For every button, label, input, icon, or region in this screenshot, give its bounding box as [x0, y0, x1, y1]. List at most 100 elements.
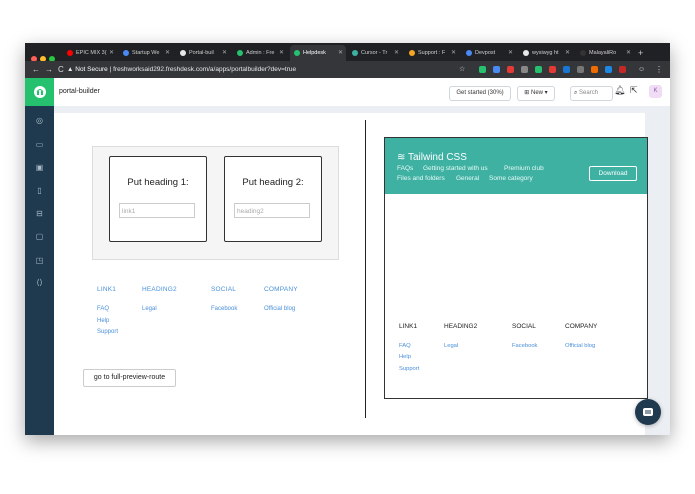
extension-icon[interactable] — [563, 66, 570, 73]
nav-link[interactable]: Premium club — [504, 165, 544, 172]
close-tab-icon[interactable]: ✕ — [451, 45, 456, 61]
reload-icon[interactable]: C — [58, 61, 64, 78]
extension-icon[interactable] — [619, 66, 626, 73]
tab-favicon-icon — [580, 49, 586, 56]
book-icon[interactable]: ▯ — [35, 186, 44, 195]
nav-link[interactable]: Files and folders — [397, 175, 445, 182]
tickets-icon[interactable]: ▭ — [35, 140, 44, 149]
url-text: freshworksaid292.freshdesk.com/a/apps/po… — [113, 66, 297, 73]
bell-icon[interactable]: 🔔︎ — [614, 85, 625, 96]
browser-tab[interactable]: MalayaliRo ✕ — [576, 45, 634, 61]
browser-tab[interactable]: EPIC MIX 3(✕ — [63, 45, 117, 61]
avatar[interactable]: K — [649, 85, 662, 98]
extension-icon[interactable] — [591, 66, 598, 73]
nav-link[interactable]: Some category — [489, 175, 533, 182]
extension-icon[interactable] — [521, 66, 528, 73]
menu-icon[interactable]: ⋮ — [655, 61, 663, 78]
tailwind-brand[interactable]: ≋ Tailwind CSS — [397, 152, 467, 163]
close-tab-icon[interactable]: ✕ — [394, 45, 399, 61]
tailwind-logo-icon: ≋ — [397, 152, 408, 163]
preview-footer-link[interactable]: Help — [399, 354, 411, 360]
warning-icon: ▲ — [67, 66, 74, 73]
footer-link[interactable]: FAQ — [97, 306, 109, 312]
get-started-button[interactable]: Get started (30%) — [449, 86, 511, 101]
not-secure-label: Not Secure — [75, 66, 108, 73]
tab-favicon-icon — [237, 49, 243, 56]
freshdesk-logo-icon[interactable] — [25, 78, 54, 106]
close-tab-icon[interactable]: ✕ — [109, 45, 114, 61]
nav-link[interactable]: FAQs — [397, 165, 413, 172]
tab-title: Helpdesk — [303, 50, 326, 56]
search-placeholder: Search — [579, 90, 599, 96]
profile-icon[interactable]: ☺ — [638, 61, 645, 78]
tab-favicon-icon — [294, 49, 300, 56]
new-button[interactable]: ⊞ New ▾ — [517, 86, 555, 101]
browser-tab[interactable]: Support : F ✕ — [405, 45, 459, 61]
preview-footer-link[interactable]: Official blog — [565, 343, 595, 349]
back-arrow-icon[interactable]: ← — [32, 61, 40, 78]
share-icon[interactable]: ⇱ — [630, 85, 638, 96]
chat-widget-button[interactable] — [635, 399, 661, 425]
panel-divider — [365, 120, 366, 418]
footer-link[interactable]: Support — [97, 329, 118, 335]
nav-link[interactable]: General — [456, 175, 479, 182]
extension-icon[interactable] — [577, 66, 584, 73]
forums-icon[interactable]: ⊟ — [35, 209, 44, 218]
search-input[interactable]: ⌕ Search — [570, 86, 613, 101]
close-tab-icon[interactable]: ✕ — [222, 45, 227, 61]
settings-icon[interactable]: ⟨⟩ — [35, 278, 44, 287]
full-preview-button[interactable]: go to full-preview-route — [83, 369, 176, 387]
browser-tab-active[interactable]: Helpdesk ✕ — [290, 45, 346, 61]
browser-tab[interactable]: Devpost ✕ — [462, 45, 516, 61]
preview-footer-heading: COMPANY — [565, 323, 598, 330]
dashboard-icon[interactable]: ◎ — [35, 116, 44, 125]
preview-footer-link[interactable]: Legal — [444, 343, 458, 349]
extension-icon[interactable] — [549, 66, 556, 73]
apps-icon[interactable]: ◳ — [35, 256, 44, 265]
nav-link[interactable]: Getting started with us — [423, 165, 488, 172]
extension-icon[interactable] — [493, 66, 500, 73]
footer-heading: COMPANY — [264, 286, 298, 293]
heading2-input[interactable]: heading2 — [234, 203, 310, 218]
browser-tab[interactable]: Portal-buil ✕ — [176, 45, 230, 61]
footer-link[interactable]: Facebook — [211, 306, 237, 312]
footer-link[interactable]: Help — [97, 318, 109, 324]
browser-tab[interactable]: wysiwyg ht ✕ — [519, 45, 573, 61]
star-icon[interactable]: ☆ — [459, 61, 465, 78]
tab-favicon-icon — [123, 49, 129, 56]
heading-cards-section: Put heading 1: link1 Put heading 2: head… — [92, 146, 339, 260]
forward-arrow-icon[interactable]: → — [45, 61, 53, 78]
close-tab-icon[interactable]: ✕ — [338, 45, 343, 61]
extension-icon[interactable] — [605, 66, 612, 73]
browser-tab[interactable]: Cursor - Tr ✕ — [348, 45, 402, 61]
tab-favicon-icon — [523, 49, 529, 56]
close-tab-icon[interactable]: ✕ — [565, 45, 570, 61]
new-button-label: New — [531, 90, 544, 96]
preview-footer-link[interactable]: FAQ — [399, 343, 411, 349]
footer-link[interactable]: Legal — [142, 306, 157, 312]
address-bar: ← → C ▲ Not Secure | freshworksaid292.fr… — [25, 61, 670, 78]
contacts-icon[interactable]: ▣ — [35, 163, 44, 172]
heading-card-1: Put heading 1: link1 — [109, 156, 207, 242]
preview-panel: ≋ Tailwind CSS FAQs Getting started with… — [384, 137, 648, 399]
extension-icon[interactable] — [507, 66, 514, 73]
close-tab-icon[interactable]: ✕ — [279, 45, 284, 61]
preview-footer-link[interactable]: Facebook — [512, 343, 537, 349]
browser-tab[interactable]: Admin : Fre ✕ — [233, 45, 287, 61]
link1-input[interactable]: link1 — [119, 203, 195, 218]
card-heading: Put heading 2: — [242, 177, 304, 188]
extension-icon[interactable] — [535, 66, 542, 73]
tab-title: EPIC MIX 3( — [76, 50, 107, 56]
footer-link[interactable]: Official blog — [264, 306, 295, 312]
new-tab-icon[interactable]: + — [638, 45, 643, 61]
close-tab-icon[interactable]: ✕ — [626, 45, 631, 61]
url-field[interactable]: ▲ Not Secure | freshworksaid292.freshdes… — [67, 63, 447, 76]
extension-icon[interactable] — [479, 66, 486, 73]
chat-bubble-icon — [643, 408, 653, 416]
download-button[interactable]: Download — [589, 166, 637, 181]
preview-footer-link[interactable]: Support — [399, 366, 419, 372]
close-tab-icon[interactable]: ✕ — [165, 45, 170, 61]
reports-icon[interactable]: ▢ — [35, 232, 44, 241]
browser-tab[interactable]: Startup We ✕ — [119, 45, 173, 61]
close-tab-icon[interactable]: ✕ — [508, 45, 513, 61]
